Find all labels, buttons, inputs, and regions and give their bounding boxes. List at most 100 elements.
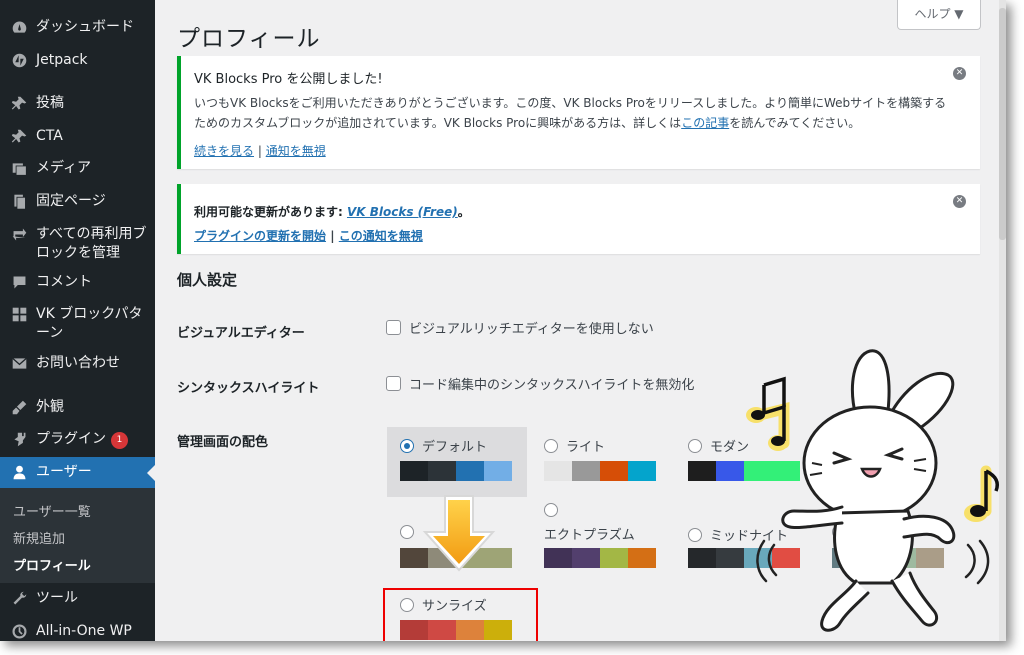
- color-scheme-name: エクトプラズム: [544, 528, 635, 543]
- page-title: プロフィール: [177, 26, 321, 52]
- sidebar-item-contact[interactable]: お問い合わせ: [0, 354, 155, 373]
- color-scheme-radio[interactable]: [400, 438, 414, 453]
- jetpack-icon: [0, 51, 36, 69]
- annotation-highlight-box: [383, 588, 538, 641]
- notice-links: プラグインの更新を開始 | この通知を無視: [194, 229, 423, 243]
- tools-icon: [0, 589, 36, 607]
- users-submenu: ユーザー一覧 新規追加 プロフィール: [0, 488, 155, 583]
- color-swatch: [572, 548, 600, 568]
- color-scheme-label[interactable]: [544, 503, 566, 517]
- syntax-highlight-checkbox[interactable]: [386, 376, 401, 391]
- submenu-add-new[interactable]: 新規追加: [13, 528, 65, 547]
- color-swatch: [428, 461, 456, 481]
- syntax-highlight-label: シンタックスハイライト: [177, 381, 320, 396]
- sidebar-item-users[interactable]: ユーザー: [0, 457, 155, 488]
- visual-editor-label: ビジュアルエディター: [177, 326, 305, 341]
- visual-editor-option[interactable]: ビジュアルリッチエディターを使用しない: [386, 318, 654, 337]
- submenu-profile[interactable]: プロフィール: [13, 555, 91, 574]
- sidebar-item-migration[interactable]: All-in-One WP Migration: [0, 622, 155, 641]
- color-swatch: [544, 548, 572, 568]
- color-scheme-name: ライト: [566, 440, 606, 455]
- dancing-rabbit-illustration: [746, 349, 999, 632]
- color-swatch: [688, 461, 716, 481]
- sidebar-item-cta[interactable]: CTA: [0, 127, 155, 146]
- pin-icon: [0, 127, 36, 145]
- down-arrow-illustration: [422, 495, 496, 572]
- color-scheme-radio[interactable]: [544, 503, 558, 517]
- color-scheme-option[interactable]: デフォルト: [387, 427, 527, 497]
- close-icon[interactable]: ✕: [953, 195, 966, 208]
- sidebar-item-comments[interactable]: コメント: [0, 273, 155, 292]
- vk-blocks-pro-notice: VK Blocks Pro を公開しました! ✕ いつもVK Blocksをご利…: [177, 56, 980, 169]
- color-swatch: [572, 461, 600, 481]
- sidebar-item-posts[interactable]: 投稿: [0, 94, 155, 113]
- migration-icon: [0, 622, 36, 640]
- color-swatch: [628, 461, 656, 481]
- help-button[interactable]: ヘルプ ▼: [897, 0, 981, 30]
- article-link[interactable]: この記事: [681, 116, 729, 130]
- pin-icon: [0, 94, 36, 112]
- visual-editor-checkbox[interactable]: [386, 320, 401, 335]
- color-scheme-label: 管理画面の配色: [177, 435, 269, 450]
- sidebar-item-reusable-blocks[interactable]: すべての再利用ブロックを管理: [0, 225, 155, 263]
- plugin-link[interactable]: VK Blocks (Free): [347, 205, 458, 219]
- sidebar-item-media[interactable]: メディア: [0, 159, 155, 178]
- grid-icon: [0, 305, 36, 323]
- read-more-link[interactable]: 続きを見る: [194, 144, 254, 158]
- syntax-highlight-option[interactable]: コード編集中のシンタックスハイライトを無効化: [386, 374, 694, 393]
- user-icon: [0, 463, 36, 481]
- scrollbar-thumb[interactable]: [999, 8, 1006, 240]
- color-swatches: [544, 548, 656, 568]
- color-scheme-radio[interactable]: [688, 527, 702, 542]
- sidebar-item-tools[interactable]: ツール: [0, 589, 155, 608]
- notice-links: 続きを見る | 通知を無視: [194, 144, 326, 158]
- color-swatch: [544, 461, 572, 481]
- color-scheme-radio[interactable]: [544, 438, 558, 453]
- color-swatch: [688, 548, 716, 568]
- section-title: 個人設定: [177, 271, 238, 289]
- sidebar-item-vk-block-patterns[interactable]: VK ブロックパターン: [0, 305, 155, 343]
- active-indicator: [147, 465, 155, 481]
- sidebar-item-pages[interactable]: 固定ページ: [0, 192, 155, 211]
- browser-viewport: ダッシュボード Jetpack 投稿 CTA メディア 固定ページ すべての再利…: [0, 0, 1006, 641]
- update-available-notice: 利用可能な更新があります: VK Blocks (Free)。 ✕ プラグインの…: [177, 184, 980, 254]
- start-update-link[interactable]: プラグインの更新を開始: [194, 229, 326, 243]
- color-swatch: [600, 548, 628, 568]
- page-icon: [0, 192, 36, 210]
- color-scheme-option[interactable]: ライト: [531, 427, 671, 497]
- color-swatch: [628, 548, 656, 568]
- color-scheme-radio[interactable]: [400, 525, 414, 539]
- comment-icon: [0, 273, 36, 291]
- admin-sidebar: ダッシュボード Jetpack 投稿 CTA メディア 固定ページ すべての再利…: [0, 0, 155, 641]
- mail-icon: [0, 354, 36, 372]
- color-swatch: [456, 461, 484, 481]
- dismiss-notice-link[interactable]: この通知を無視: [339, 229, 423, 243]
- update-count-badge: 1: [111, 432, 128, 449]
- close-icon[interactable]: ✕: [953, 67, 966, 80]
- sidebar-item-appearance[interactable]: 外観: [0, 398, 155, 417]
- plugin-icon: [0, 430, 36, 448]
- media-icon: [0, 159, 36, 177]
- reusable-block-icon: [0, 225, 36, 243]
- color-swatch: [600, 461, 628, 481]
- color-swatches: [400, 461, 512, 481]
- color-scheme-label[interactable]: ライト: [544, 436, 605, 455]
- color-scheme-option[interactable]: エクトプラズム: [531, 500, 671, 570]
- dismiss-notice-link[interactable]: 通知を無視: [266, 144, 326, 158]
- sidebar-item-plugins[interactable]: プラグイン 1: [0, 430, 155, 449]
- sidebar-item-jetpack[interactable]: Jetpack: [0, 51, 155, 70]
- color-scheme-name: デフォルト: [422, 440, 488, 455]
- dashboard-icon: [0, 18, 36, 36]
- notice-body: いつもVK Blocksをご利用いただきありがとうございます。この度、VK Bl…: [194, 96, 947, 130]
- appearance-icon: [0, 398, 36, 416]
- notice-title: 利用可能な更新があります: VK Blocks (Free)。: [194, 205, 470, 219]
- color-swatches: [544, 461, 656, 481]
- notice-title: VK Blocks Pro を公開しました!: [194, 72, 383, 87]
- color-swatch: [484, 461, 512, 481]
- color-scheme-label[interactable]: デフォルト: [400, 436, 487, 455]
- sidebar-item-label: プラグイン: [36, 431, 106, 447]
- color-scheme-radio[interactable]: [688, 438, 702, 453]
- sidebar-item-dashboard[interactable]: ダッシュボード: [0, 18, 155, 37]
- submenu-all-users[interactable]: ユーザー一覧: [13, 501, 91, 520]
- color-swatch: [400, 461, 428, 481]
